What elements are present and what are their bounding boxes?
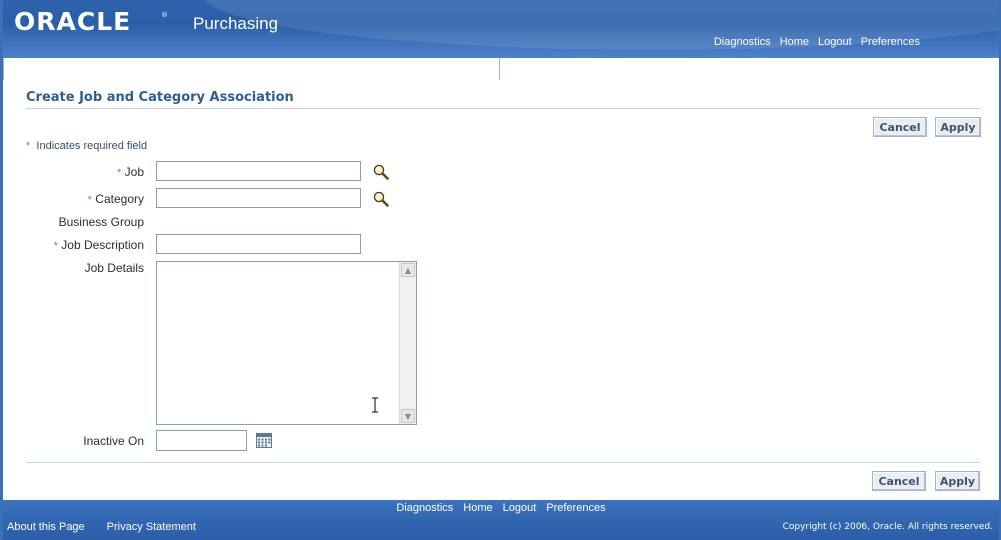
footer-link-preferences[interactable]: Preferences [546, 502, 605, 514]
category-input[interactable] [156, 188, 361, 208]
nav-divider [3, 58, 4, 80]
required-field-note: * Indicates required field [26, 140, 147, 152]
footer: About this Page Privacy Statement Copyri… [3, 517, 999, 540]
privacy-statement-link[interactable]: Privacy Statement [107, 521, 196, 533]
job-description-label: * Job Description [4, 238, 144, 252]
category-label: * Category [4, 192, 144, 206]
left-frame-border [0, 0, 3, 540]
global-link-home[interactable]: Home [780, 36, 809, 48]
category-label-text: Category [95, 192, 144, 206]
cancel-button-bottom[interactable]: Cancel [872, 471, 926, 491]
global-links: Diagnostics Home Logout Preferences [714, 36, 920, 48]
job-label-text: Job [124, 165, 144, 179]
global-link-logout[interactable]: Logout [818, 36, 852, 48]
inactive-on-input[interactable] [156, 430, 247, 451]
search-icon[interactable] [372, 163, 390, 181]
business-group-label: Business Group [58, 215, 144, 229]
required-note-text: Indicates required field [36, 140, 148, 152]
job-input[interactable] [156, 161, 361, 181]
text-cursor-icon [372, 397, 378, 413]
apply-button-top[interactable]: Apply [935, 117, 981, 137]
required-star: * [87, 194, 92, 206]
search-icon[interactable] [372, 190, 390, 208]
footer-info-links: About this Page Privacy Statement [7, 521, 196, 533]
footer-link-logout[interactable]: Logout [503, 502, 537, 514]
scroll-up-button[interactable]: ▲ [401, 263, 415, 277]
footer-link-diagnostics[interactable]: Diagnostics [396, 502, 453, 514]
about-page-link[interactable]: About this Page [7, 521, 85, 533]
job-details-scrollbar[interactable]: ▲ ▼ [399, 262, 416, 424]
job-description-label-text: Job Description [61, 238, 144, 252]
title-divider [26, 108, 980, 109]
global-link-diagnostics[interactable]: Diagnostics [714, 36, 771, 48]
oracle-logo: ORACLE [14, 7, 132, 36]
calendar-icon[interactable] [256, 432, 272, 448]
branding-header: ORACLE ® Purchasing Diagnostics Home Log… [3, 0, 999, 58]
navigation-bar [3, 58, 999, 80]
scroll-down-button[interactable]: ▼ [401, 409, 415, 423]
job-label: * Job [4, 165, 144, 179]
required-star: * [53, 240, 58, 252]
required-star: * [26, 140, 31, 152]
global-link-preferences[interactable]: Preferences [861, 36, 920, 48]
cancel-button-top[interactable]: Cancel [873, 117, 927, 137]
logo-registered-mark: ® [161, 11, 168, 19]
page-title: Create Job and Category Association [26, 90, 294, 105]
footer-links: Diagnostics Home Logout Preferences [3, 502, 999, 514]
footer-links-bar: Diagnostics Home Logout Preferences [3, 500, 999, 517]
job-details-label: Job Details [84, 261, 144, 275]
nav-divider [499, 58, 500, 80]
required-star: * [117, 167, 122, 179]
apply-button-bottom[interactable]: Apply [935, 471, 980, 491]
copyright: Copyright (c) 2006, Oracle. All rights r… [782, 522, 993, 532]
app-title: Purchasing [193, 14, 279, 33]
bottom-divider [26, 462, 980, 463]
footer-link-home[interactable]: Home [463, 502, 492, 514]
inactive-on-label: Inactive On [83, 434, 144, 448]
job-description-input[interactable] [156, 234, 361, 254]
